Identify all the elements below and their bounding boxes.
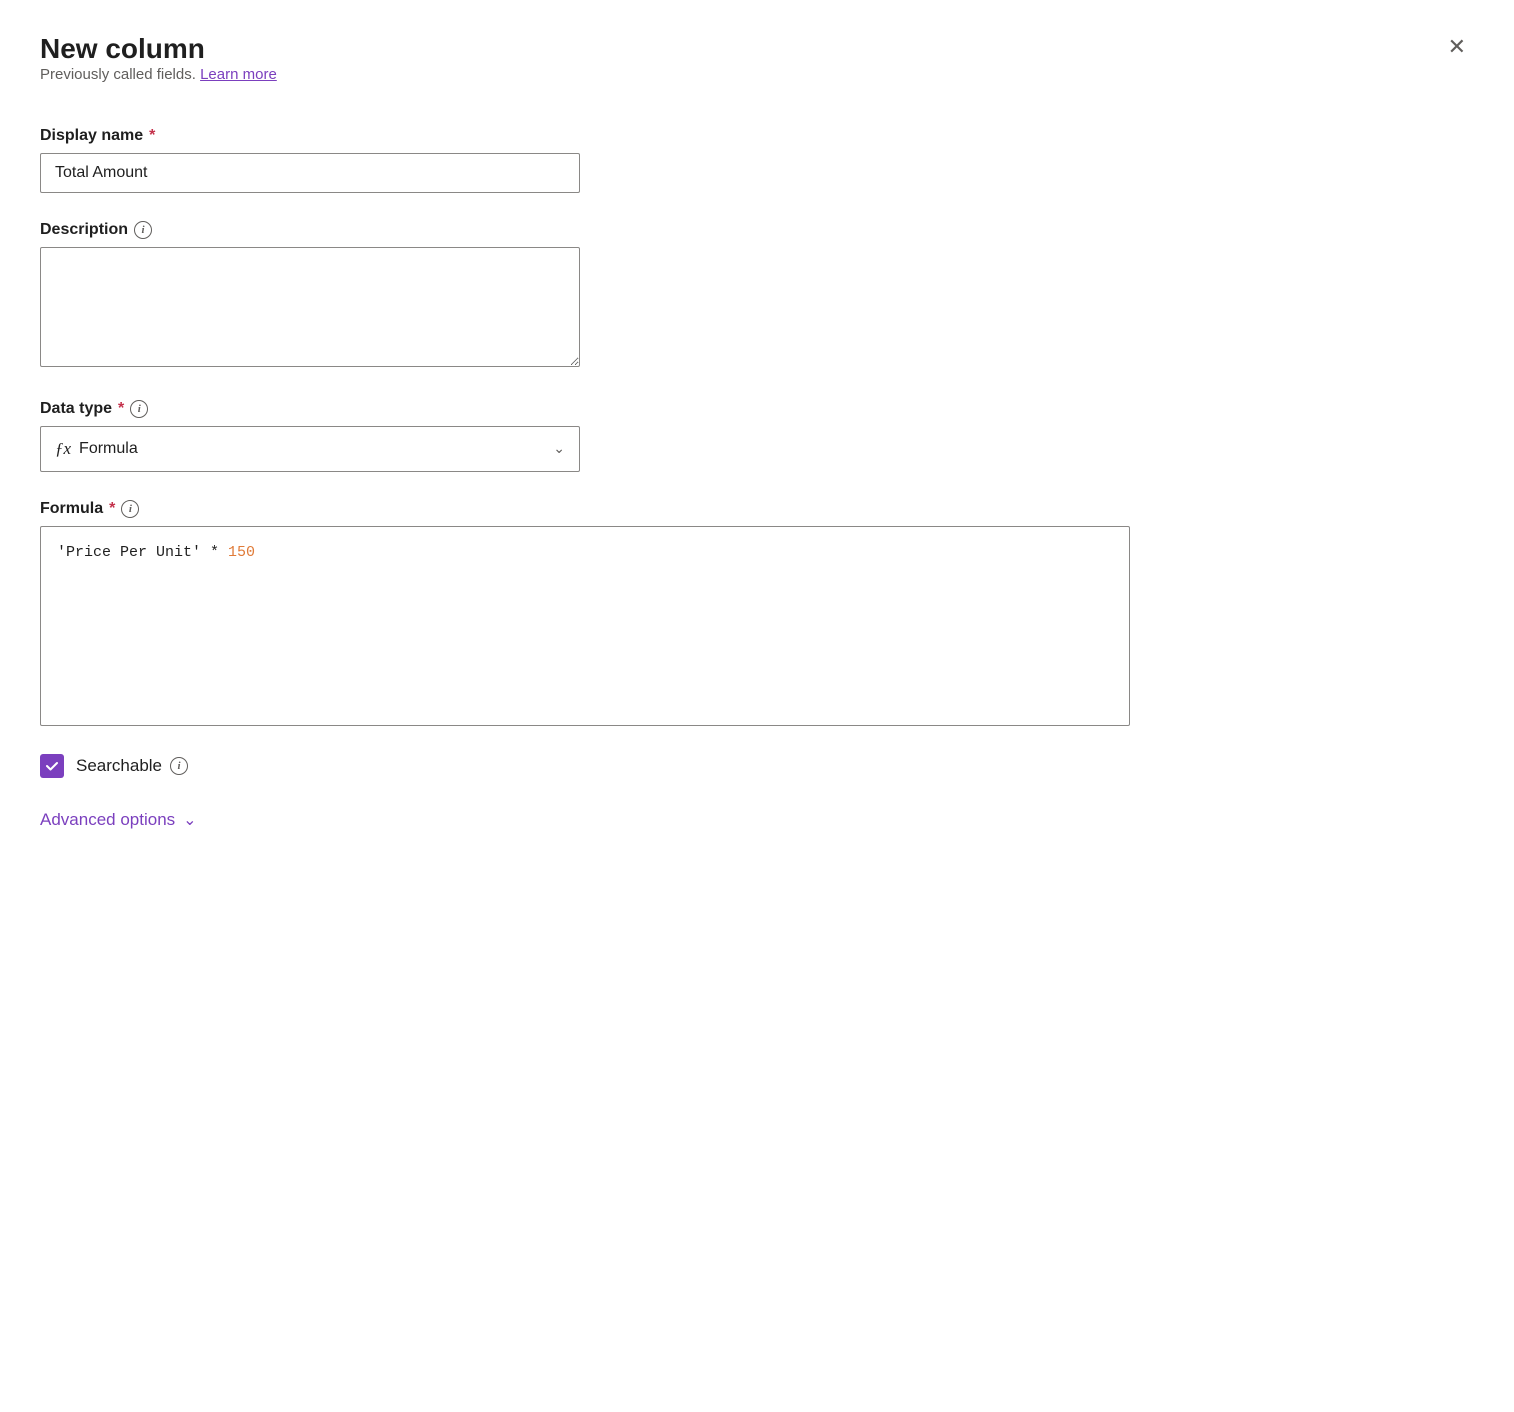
formula-info-icon[interactable]: i [121, 500, 139, 518]
description-label-text: Description [40, 221, 128, 239]
subtitle-text: Previously called fields. [40, 66, 196, 83]
panel-header: New column Previously called fields. Lea… [40, 32, 1474, 119]
close-button[interactable]: ✕ [1440, 32, 1474, 62]
formula-string-part: 'Price Per Unit' * [57, 544, 228, 561]
data-type-select[interactable]: ƒx Formula ⌄ [40, 426, 580, 472]
searchable-label-area: Searchable i [76, 756, 188, 776]
panel-title-area: New column Previously called fields. Lea… [40, 32, 277, 119]
new-column-panel: New column Previously called fields. Lea… [0, 0, 1514, 1412]
searchable-info-icon[interactable]: i [170, 757, 188, 775]
searchable-checkbox[interactable] [40, 754, 64, 778]
formula-label: Formula * i [40, 500, 1474, 518]
data-type-info-icon[interactable]: i [130, 400, 148, 418]
display-name-label: Display name * [40, 127, 1474, 145]
display-name-required: * [149, 127, 155, 145]
description-label: Description i [40, 221, 1474, 239]
description-group: Description i [40, 221, 1474, 372]
formula-wrapper: 'Price Per Unit' * 150 [40, 526, 1474, 726]
data-type-label-text: Data type [40, 400, 112, 418]
learn-more-link[interactable]: Learn more [200, 66, 277, 83]
data-type-value: Formula [79, 440, 138, 458]
data-type-label: Data type * i [40, 400, 1474, 418]
searchable-row: Searchable i [40, 754, 1474, 778]
data-type-required: * [118, 400, 124, 418]
formula-number-part: 150 [228, 544, 255, 561]
panel-title: New column [40, 32, 277, 66]
formula-content-area[interactable]: 'Price Per Unit' * 150 [40, 526, 1130, 726]
display-name-group: Display name * [40, 127, 1474, 193]
advanced-options-row[interactable]: Advanced options ⌄ [40, 810, 1474, 830]
advanced-options-chevron-icon: ⌄ [183, 810, 196, 830]
chevron-down-icon: ⌄ [553, 440, 565, 457]
description-textarea[interactable] [40, 247, 580, 367]
display-name-input[interactable] [40, 153, 580, 193]
display-name-label-text: Display name [40, 127, 143, 145]
panel-subtitle: Previously called fields. Learn more [40, 66, 277, 83]
description-info-icon[interactable]: i [134, 221, 152, 239]
searchable-label-text: Searchable [76, 756, 162, 776]
advanced-options-label: Advanced options [40, 810, 175, 830]
data-type-group: Data type * i ƒx Formula ⌄ [40, 400, 1474, 472]
formula-required: * [109, 500, 115, 518]
formula-label-text: Formula [40, 500, 103, 518]
formula-group: Formula * i 'Price Per Unit' * 150 [40, 500, 1474, 726]
fx-icon: ƒx [55, 439, 71, 459]
